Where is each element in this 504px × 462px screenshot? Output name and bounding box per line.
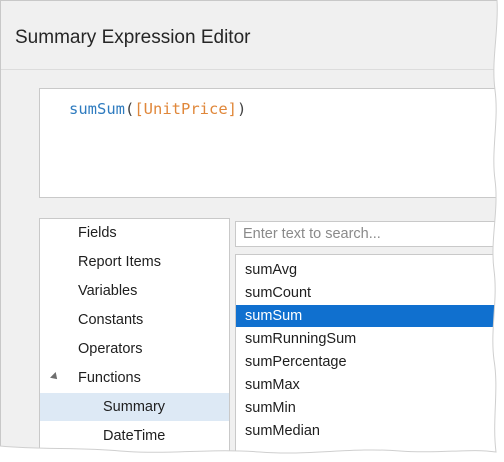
tree-item-label: Fields — [78, 225, 117, 241]
tree-item-variables[interactable]: Variables — [40, 277, 229, 305]
expression-open-paren: ( — [125, 100, 135, 118]
tree-item-report-items[interactable]: Report Items — [40, 248, 229, 276]
tree-item-label: Logical — [103, 451, 149, 461]
tree-item-label: Report Items — [78, 254, 161, 270]
tree-item-label: DateTime — [103, 428, 166, 444]
tree-item-label: Operators — [78, 341, 143, 357]
function-item-summin[interactable]: sumMin — [236, 397, 503, 419]
function-item-sumavg[interactable]: sumAvg — [236, 259, 503, 281]
function-item-sumsum[interactable]: sumSum — [236, 305, 503, 327]
expand-arrow-icon[interactable] — [50, 372, 60, 382]
search-input[interactable]: Enter text to search... — [235, 221, 503, 247]
function-item-summax[interactable]: sumMax — [236, 374, 503, 396]
function-item-summedian[interactable]: sumMedian — [236, 420, 503, 442]
tree-item-constants[interactable]: Constants — [40, 306, 229, 334]
tree-item-summary[interactable]: Summary — [40, 393, 229, 421]
expression-function-token: sumSum — [69, 100, 125, 118]
function-item-sumpercentage[interactable]: sumPercentage — [236, 351, 503, 373]
expression-field-token: [UnitPrice] — [134, 100, 237, 118]
function-item-sumcount[interactable]: sumCount — [236, 282, 503, 304]
expression-editor[interactable]: sumSum([UnitPrice]) — [39, 88, 503, 198]
expression-close-paren: ) — [237, 100, 247, 118]
tree-item-functions[interactable]: Functions — [40, 364, 229, 392]
title-divider — [1, 69, 503, 70]
tree-item-label: Variables — [78, 283, 138, 299]
tree-item-logical[interactable]: Logical — [40, 451, 229, 461]
tree-item-datetime[interactable]: DateTime — [40, 422, 229, 450]
summary-expression-editor-dialog: Summary Expression Editor sumSum([UnitPr… — [0, 0, 504, 462]
expression-text[interactable]: sumSum([UnitPrice]) — [69, 100, 246, 118]
dialog-title: Summary Expression Editor — [15, 27, 251, 48]
tree-item-operators[interactable]: Operators — [40, 335, 229, 363]
tree-item-label: Functions — [78, 370, 141, 386]
function-item-sumrunningsum[interactable]: sumRunningSum — [236, 328, 503, 350]
category-tree[interactable]: Fields Report Items Variables Constants … — [39, 218, 230, 461]
tree-item-label: Summary — [103, 399, 166, 415]
tree-item-label: Constants — [78, 312, 144, 328]
function-list[interactable]: sumAvg sumCount sumSum sumRunningSum sum… — [235, 254, 503, 461]
tree-item-fields[interactable]: Fields — [40, 219, 229, 247]
